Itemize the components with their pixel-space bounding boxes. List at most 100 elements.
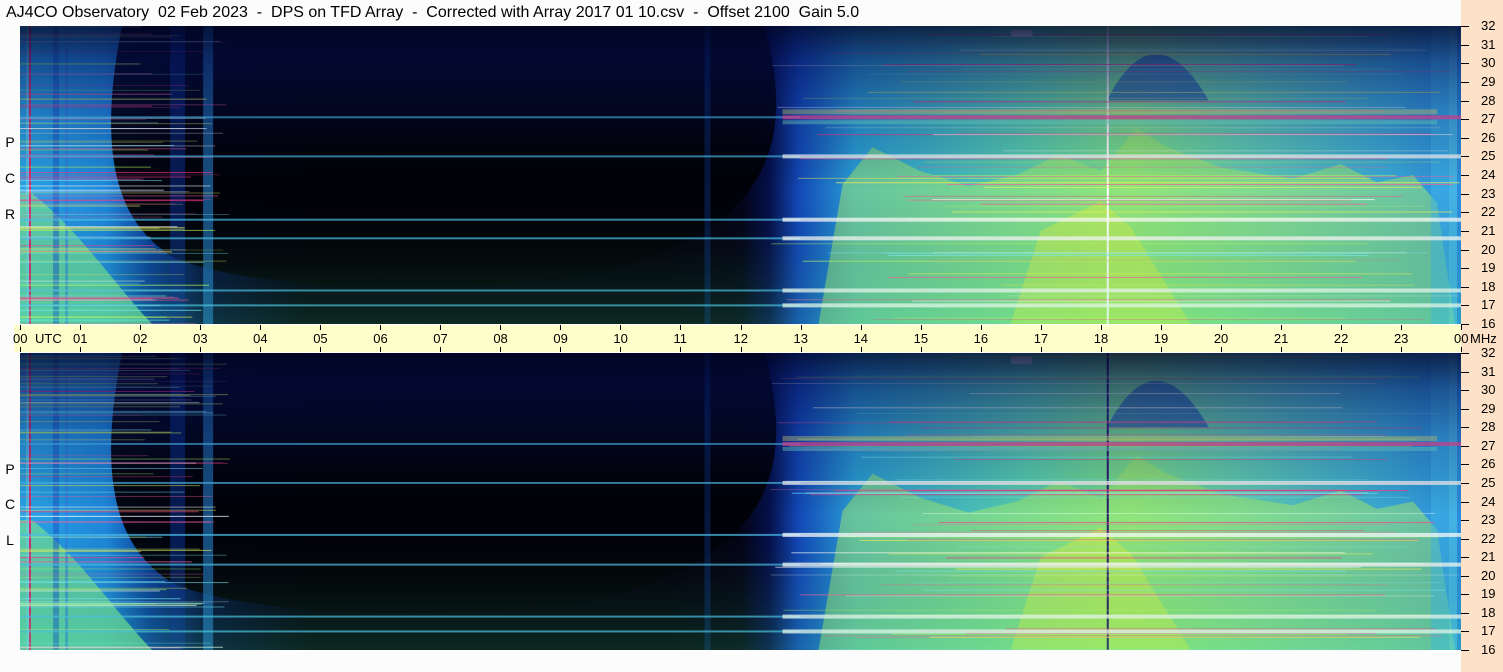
time-tick <box>500 347 501 352</box>
frequency-tick <box>1461 650 1469 651</box>
time-tick-label: 09 <box>553 331 568 346</box>
time-tick <box>560 325 561 330</box>
frequency-tick-label: 16 <box>1481 316 1496 331</box>
frequency-tick <box>1461 557 1469 558</box>
time-tick <box>1281 325 1282 330</box>
frequency-tick <box>1461 409 1469 410</box>
frequency-tick-label: 21 <box>1481 222 1496 238</box>
time-tick <box>380 325 381 330</box>
polarization-letter: P <box>5 460 15 477</box>
time-tick-label: 23 <box>1393 331 1409 346</box>
polarization-letter: R <box>4 205 16 222</box>
time-tick-label: 10 <box>613 331 628 346</box>
time-tick-label: 05 <box>313 331 328 346</box>
time-tick <box>260 347 261 352</box>
polarization-letter: L <box>6 532 14 549</box>
time-tick <box>1461 347 1462 352</box>
time-tick-label: 17 <box>1033 331 1049 346</box>
time-tick <box>1161 347 1162 352</box>
spectrogram-fade <box>20 353 1461 650</box>
frequency-tick-label: 16 <box>1481 642 1496 657</box>
rcp-spectrogram-svg <box>20 26 1461 324</box>
frequency-tick-label: 23 <box>1481 512 1496 528</box>
time-tick <box>20 325 21 330</box>
frequency-tick-label: 24 <box>1481 493 1496 509</box>
frequency-tick-label: 17 <box>1481 623 1496 639</box>
frequency-tick <box>1461 464 1469 465</box>
time-tick <box>1041 347 1042 352</box>
time-tick <box>560 347 561 352</box>
frequency-tick-label: 31 <box>1481 363 1496 379</box>
time-tick <box>1281 347 1282 352</box>
time-tick <box>861 347 862 352</box>
time-tick-label: 22 <box>1333 331 1349 346</box>
time-tick-label: 20 <box>1213 331 1229 346</box>
frequency-tick <box>1461 631 1469 632</box>
frequency-tick <box>1461 446 1469 447</box>
frequency-tick-label: 19 <box>1481 260 1496 276</box>
time-tick <box>620 325 621 330</box>
time-tick-label: 04 <box>253 331 268 346</box>
time-tick <box>440 347 441 352</box>
time-tick-label: 18 <box>1093 331 1109 346</box>
lcp-spectrogram <box>20 353 1461 650</box>
frequency-tick-label: 31 <box>1481 36 1496 52</box>
time-tick-label: 16 <box>973 331 989 346</box>
time-tick-label: 00 <box>1454 331 1469 346</box>
time-tick <box>921 347 922 352</box>
frequency-tick <box>1461 268 1469 269</box>
time-tick <box>20 347 21 352</box>
frequency-tick-label: 19 <box>1481 586 1496 602</box>
frequency-tick <box>1461 324 1469 325</box>
frequency-tick-label: 30 <box>1481 382 1496 398</box>
frequency-tick <box>1461 119 1469 120</box>
frequency-tick-label: 25 <box>1481 474 1496 490</box>
frequency-tick-label: 32 <box>1481 18 1496 33</box>
time-tick-label: 02 <box>133 331 148 346</box>
frequency-tick-label: 18 <box>1481 604 1496 620</box>
polarization-letter: P <box>5 134 15 151</box>
frequency-tick-label: 20 <box>1481 567 1496 583</box>
time-tick <box>801 347 802 352</box>
frequency-tick-label: 18 <box>1481 278 1496 294</box>
time-tick <box>680 347 681 352</box>
time-tick-label: 03 <box>193 331 208 346</box>
time-tick-label: 14 <box>853 331 869 346</box>
frequency-tick-label: 20 <box>1481 241 1496 257</box>
time-tick <box>380 347 381 352</box>
frequency-tick <box>1461 287 1469 288</box>
time-tick <box>140 347 141 352</box>
frequency-tick <box>1461 539 1469 540</box>
time-tick <box>500 325 501 330</box>
frequency-tick-label: 23 <box>1481 185 1496 201</box>
frequency-tick-label: 22 <box>1481 530 1496 546</box>
frequency-tick <box>1461 138 1469 139</box>
frequency-tick <box>1461 613 1469 614</box>
lcp-spectrogram-svg <box>20 353 1461 650</box>
frequency-tick <box>1461 594 1469 595</box>
time-tick <box>1101 325 1102 330</box>
frequency-tick-label: 28 <box>1481 92 1496 108</box>
time-tick-label: 00 <box>13 331 28 346</box>
frequency-tick <box>1461 520 1469 521</box>
time-tick <box>1041 325 1042 330</box>
frequency-tick <box>1461 26 1469 27</box>
time-tick <box>320 347 321 352</box>
time-unit-mhz: MHz <box>1470 331 1497 346</box>
time-tick-label: 07 <box>433 331 448 346</box>
time-tick-label: 06 <box>373 331 388 346</box>
time-unit-utc: UTC <box>35 331 62 346</box>
frequency-tick <box>1461 194 1469 195</box>
time-tick <box>440 325 441 330</box>
frequency-tick-label: 27 <box>1481 437 1496 453</box>
frequency-tick-label: 32 <box>1481 345 1496 360</box>
frequency-tick <box>1461 175 1469 176</box>
frequency-tick-label: 21 <box>1481 549 1496 565</box>
polarization-letter: C <box>4 496 16 513</box>
frequency-tick-label: 29 <box>1481 73 1496 89</box>
time-tick <box>1401 347 1402 352</box>
time-tick <box>200 325 201 330</box>
frequency-tick-label: 27 <box>1481 111 1496 127</box>
time-tick <box>1341 325 1342 330</box>
time-tick <box>320 325 321 330</box>
